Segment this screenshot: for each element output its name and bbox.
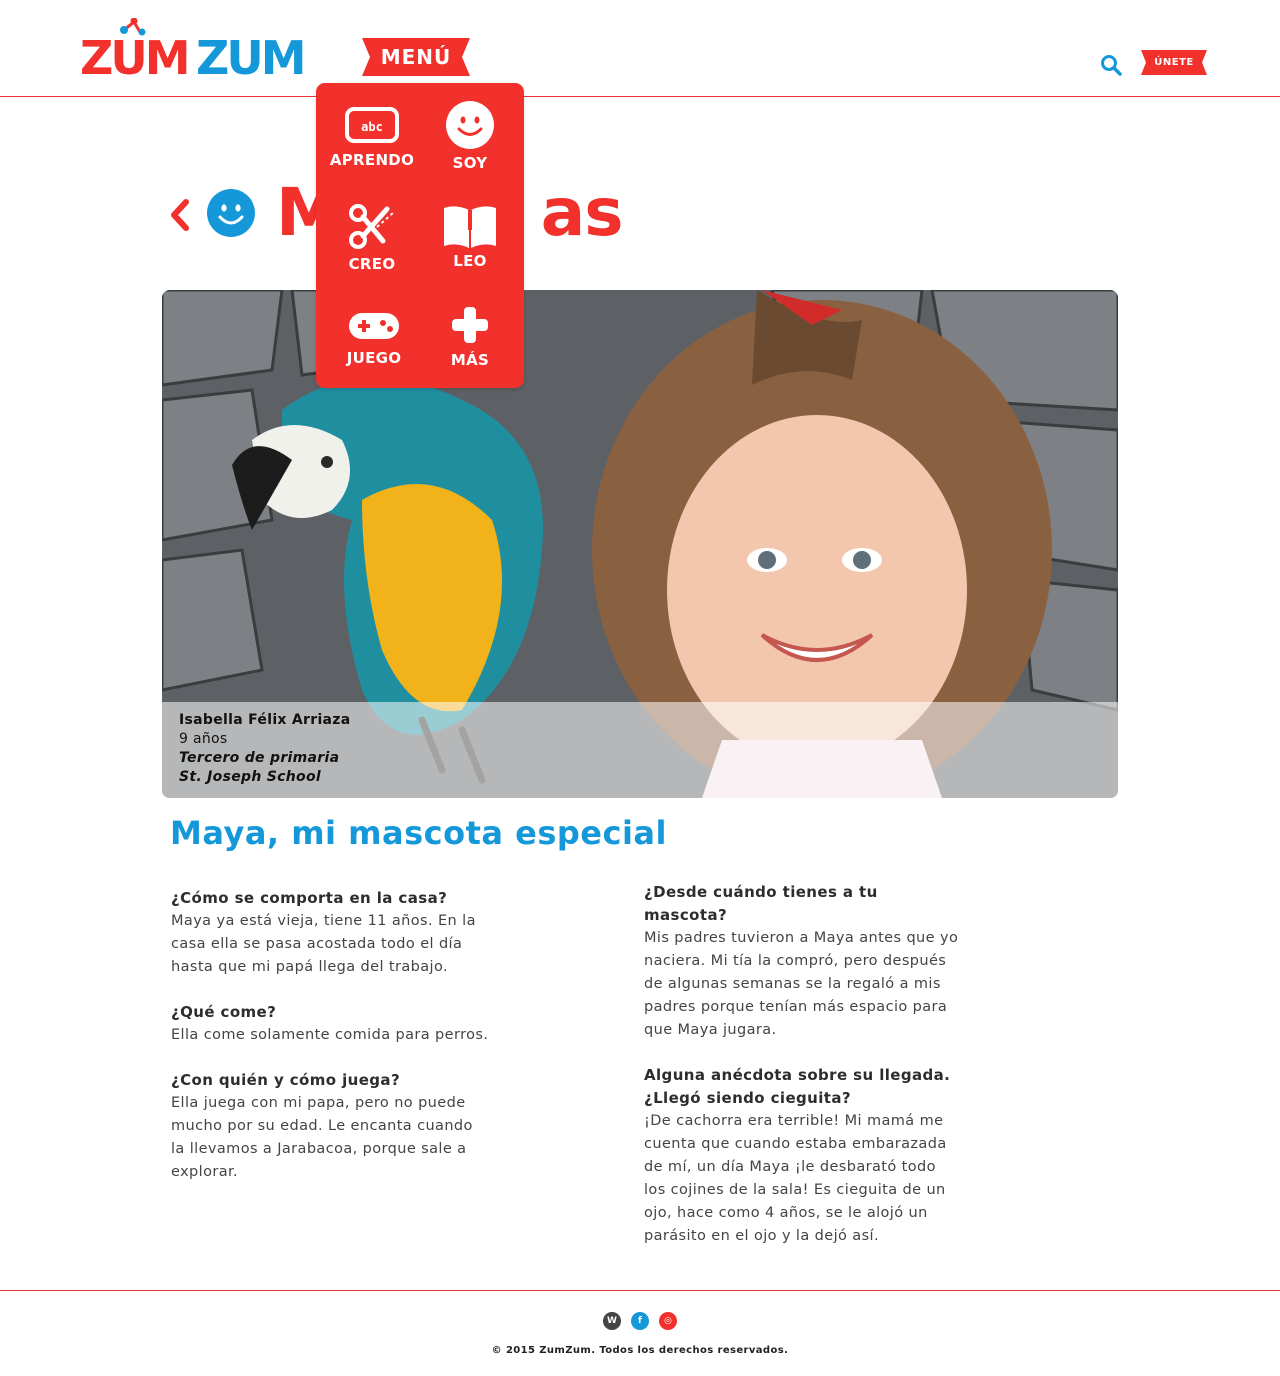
main-menu-dropdown: abc APRENDO SOY CREO LEO JUEGO MÁS: [316, 83, 524, 388]
menu-item-juego[interactable]: JUEGO: [324, 309, 424, 404]
join-label: ÚNETE: [1154, 57, 1194, 68]
svg-text:ZUM: ZUM: [196, 31, 303, 80]
article-column-left: ¿Cómo se comporta en la casa? Maya ya es…: [171, 887, 491, 1206]
plus-icon: [452, 307, 488, 343]
question: Alguna anécdota sobre su llegada. ¿Llegó…: [644, 1066, 951, 1107]
menu-item-label: CREO: [348, 255, 396, 273]
author-grade: Tercero de primaria: [179, 750, 340, 766]
photo-caption: Isabella Félix Arriaza 9 años Tercero de…: [162, 702, 1118, 798]
copyright-text: © 2015 ZumZum. Todos los derechos reserv…: [491, 1345, 789, 1356]
author-age: 9 años: [179, 731, 228, 747]
answer: Ella juega con mi papa, pero no puede mu…: [171, 1095, 473, 1180]
menu-label: MENÚ: [380, 45, 452, 69]
answer: Maya ya está vieja, tiene 11 años. En la…: [171, 913, 476, 975]
question: ¿Desde cuándo tienes a tu mascota?: [644, 883, 878, 924]
gamepad-icon: [349, 313, 399, 339]
article-column-right: ¿Desde cuándo tienes a tu mascota? Mis p…: [644, 881, 962, 1270]
smiley-section-icon: [207, 189, 255, 237]
question: ¿Qué come?: [171, 1003, 277, 1021]
svg-text:ZUM: ZUM: [80, 31, 187, 80]
author-name: Isabella Félix Arriaza: [179, 712, 351, 728]
menu-item-creo[interactable]: CREO: [322, 201, 422, 296]
menu-item-leo[interactable]: LEO: [420, 204, 520, 299]
instagram-icon[interactable]: ◎: [659, 1312, 677, 1330]
qa-block: ¿Qué come? Ella come solamente comida pa…: [171, 1001, 491, 1047]
page-title-end: as: [540, 174, 624, 251]
scissors-icon: [349, 204, 394, 249]
hero-photo: Isabella Félix Arriaza 9 años Tercero de…: [162, 290, 1118, 798]
menu-item-mas[interactable]: MÁS: [420, 305, 520, 400]
qa-block: ¿Desde cuándo tienes a tu mascota? Mis p…: [644, 881, 962, 1042]
book-icon: [444, 206, 496, 248]
menu-item-label: MÁS: [450, 351, 490, 369]
menu-item-aprendo[interactable]: abc APRENDO: [322, 105, 422, 200]
answer: Mis padres tuvieron a Maya antes que yo …: [644, 930, 959, 1038]
svg-text:abc: abc: [361, 120, 383, 134]
author-school: St. Joseph School: [179, 769, 321, 785]
menu-item-label: APRENDO: [329, 151, 415, 169]
join-button[interactable]: ÚNETE: [1141, 50, 1207, 75]
menu-item-label: JUEGO: [346, 349, 402, 367]
back-arrow-icon[interactable]: [166, 196, 192, 234]
qa-block: Alguna anécdota sobre su llegada. ¿Llegó…: [644, 1064, 962, 1248]
zumzum-logo[interactable]: ZUM ZUM: [80, 18, 316, 80]
menu-item-soy[interactable]: SOY: [420, 100, 520, 195]
smiley-icon: [446, 101, 494, 149]
question: ¿Con quién y cómo juega?: [171, 1071, 401, 1089]
menu-button[interactable]: MENÚ: [362, 38, 470, 76]
facebook-icon[interactable]: f: [631, 1312, 649, 1330]
site-header: ZUM ZUM MENÚ ÚNETE: [0, 0, 1280, 97]
answer: Ella come solamente comida para perros.: [171, 1027, 489, 1043]
menu-item-label: LEO: [453, 252, 487, 270]
question: ¿Cómo se comporta en la casa?: [171, 889, 448, 907]
abc-board-icon: abc: [345, 107, 399, 143]
qa-block: ¿Cómo se comporta en la casa? Maya ya es…: [171, 887, 491, 979]
search-icon[interactable]: [1100, 54, 1122, 76]
answer: ¡De cachorra era terrible! Mi mamá me cu…: [644, 1113, 947, 1244]
menu-item-label: SOY: [452, 154, 488, 172]
qa-block: ¿Con quién y cómo juega? Ella juega con …: [171, 1069, 491, 1184]
footer-divider: [0, 1290, 1280, 1291]
wordpress-icon[interactable]: W: [603, 1312, 621, 1330]
article-title: Maya, mi mascota especial: [170, 814, 667, 852]
